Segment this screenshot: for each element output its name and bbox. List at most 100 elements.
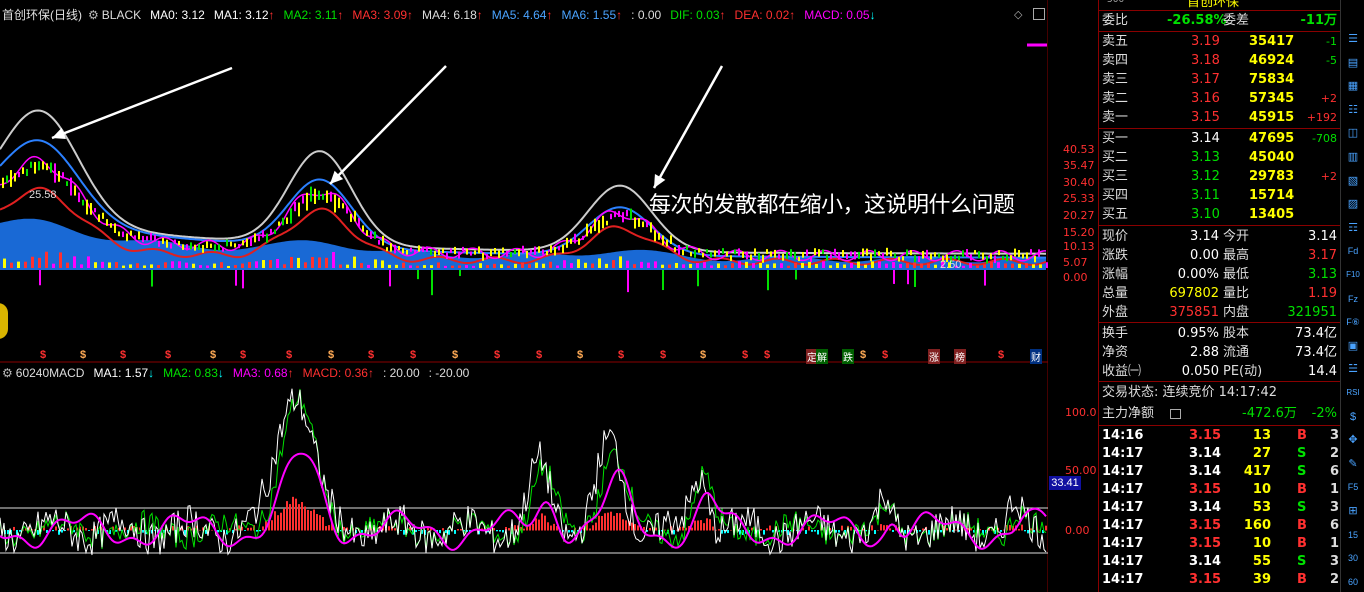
toolbar-icon[interactable]: ▣	[1344, 337, 1362, 355]
event-marker[interactable]: 涨	[928, 349, 940, 364]
candle	[50, 162, 52, 173]
event-marker[interactable]: $	[660, 349, 666, 361]
event-marker[interactable]: $	[120, 349, 126, 361]
event-marker[interactable]: 财	[1030, 349, 1042, 364]
stock-title[interactable]: 首创环保(日线)	[2, 8, 82, 22]
bid-row[interactable]: 买四 3.11 15714	[1099, 186, 1341, 205]
tick-row[interactable]: 14:17 3.14 417 S 6	[1099, 463, 1341, 481]
event-marker[interactable]: $	[860, 349, 866, 361]
toolbar-icon[interactable]: ☱	[1344, 360, 1362, 378]
toolbar-icon[interactable]: Fd	[1344, 242, 1362, 260]
toolbar-icon[interactable]: ✎	[1344, 455, 1362, 473]
toolbar-icon[interactable]: F⑥	[1344, 313, 1362, 331]
toolbar-icon[interactable]: 60	[1344, 573, 1362, 591]
event-marker[interactable]: 榜	[954, 349, 966, 364]
toolbar-top-label: 500	[1107, 0, 1125, 5]
sub-settings-icon[interactable]: ⚙	[2, 366, 13, 380]
tick-row[interactable]: 14:17 3.14 27 S 2	[1099, 445, 1341, 463]
macd-bar	[655, 527, 657, 531]
window-toggle-icon[interactable]	[1033, 8, 1045, 20]
bid-row[interactable]: 买二 3.13 45040	[1099, 148, 1341, 167]
volume-bar	[220, 262, 223, 268]
candle	[590, 226, 592, 234]
tick-row[interactable]: 14:17 3.15 39 B 2	[1099, 571, 1341, 589]
event-marker[interactable]: $	[494, 349, 500, 361]
toolbar-icon[interactable]: ▦	[1344, 77, 1362, 95]
event-marker[interactable]: $	[577, 349, 583, 361]
event-marker[interactable]: $	[286, 349, 292, 361]
event-marker[interactable]: $	[368, 349, 374, 361]
toolbar-icon[interactable]: $	[1344, 408, 1362, 426]
bid-row[interactable]: 买三 3.12 29783 +2	[1099, 167, 1341, 186]
tick-row[interactable]: 14:17 3.15 10 B 1	[1099, 481, 1341, 499]
toolbar-icon[interactable]: Fz	[1344, 290, 1362, 308]
event-marker[interactable]: $	[452, 349, 458, 361]
macd-bar	[295, 498, 297, 531]
ask-row[interactable]: 卖二 3.16 57345 +2	[1099, 89, 1341, 108]
stat-row: 收益㈠ 0.050 PE(动) 14.4	[1099, 362, 1341, 381]
ask-row[interactable]: 卖五 3.19 35417 -1	[1099, 32, 1341, 51]
indicator-name[interactable]: BLACK	[102, 8, 141, 22]
toolbar-icon[interactable]: ▧	[1344, 172, 1362, 190]
chart-area[interactable]: 首创环保(日线) ⚙ BLACK MA0: 3.12 MA1: 3.12↑ MA2: 3.…	[0, 0, 1097, 592]
bid-row[interactable]: 买五 3.10 13405	[1099, 205, 1341, 224]
toolbar-icon[interactable]: ▤	[1344, 54, 1362, 72]
ask-row[interactable]: 卖一 3.15 45915 +192	[1099, 108, 1341, 127]
stat-label: 最低	[1223, 267, 1250, 282]
event-marker[interactable]: $	[618, 349, 624, 361]
event-marker[interactable]: $	[210, 349, 216, 361]
volume-bar	[346, 264, 349, 268]
list-icon[interactable]	[1170, 409, 1181, 419]
toolbar-icon[interactable]: ▥	[1344, 148, 1362, 166]
toolbar-icon[interactable]: ☷	[1344, 101, 1362, 119]
tick-row[interactable]: 14:17 3.14 53 S 3	[1099, 499, 1341, 517]
stat-label: 量比	[1223, 286, 1250, 301]
toolbar-icon[interactable]: ◫	[1344, 124, 1362, 142]
toolbar-icon[interactable]: ✥	[1344, 431, 1362, 449]
macd-bar	[361, 530, 363, 533]
event-marker[interactable]: $	[165, 349, 171, 361]
tick-row[interactable]: 14:17 3.15 160 B 6	[1099, 517, 1341, 535]
diamond-icon[interactable]: ◇	[1014, 8, 1022, 21]
volume-bar	[45, 251, 48, 268]
event-marker[interactable]: $	[764, 349, 770, 361]
toolbar-icon[interactable]: ▨	[1344, 195, 1362, 213]
volume-bar-down	[907, 270, 909, 285]
event-marker[interactable]: $	[40, 349, 46, 361]
tick-row[interactable]: 14:17 3.14 55 S 3	[1099, 553, 1341, 571]
sub-indicator-name[interactable]: 60240MACD	[16, 366, 85, 380]
toolbar-icon[interactable]: 30	[1344, 549, 1362, 567]
event-marker[interactable]: 跌	[842, 349, 854, 364]
candle	[462, 246, 464, 252]
kline-chart[interactable]	[0, 0, 1048, 592]
ask-row[interactable]: 卖三 3.17 75834	[1099, 70, 1341, 89]
tick-row[interactable]: 14:17 3.15 10 B 1	[1099, 535, 1341, 553]
main-net-row[interactable]: 主力净额 -472.6万 -2%	[1099, 404, 1341, 423]
event-marker[interactable]: $	[998, 349, 1004, 361]
toolbar-icon[interactable]: F10	[1344, 266, 1362, 284]
toolbar-icon[interactable]: ☶	[1344, 219, 1362, 237]
stat-value: 3.13	[1308, 267, 1337, 282]
event-marker[interactable]: 解	[816, 349, 828, 364]
candle	[642, 221, 644, 228]
settings-icon[interactable]: ⚙	[88, 8, 99, 22]
event-marker[interactable]: $	[410, 349, 416, 361]
ask-row[interactable]: 卖四 3.18 46924 -5	[1099, 51, 1341, 70]
event-marker[interactable]: $	[328, 349, 334, 361]
event-marker[interactable]: $	[700, 349, 706, 361]
scroll-handle[interactable]	[0, 303, 8, 339]
volume-bar	[514, 263, 517, 268]
event-marker[interactable]: $	[80, 349, 86, 361]
event-marker[interactable]: $	[240, 349, 246, 361]
toolbar-icon[interactable]: F5	[1344, 478, 1362, 496]
bid-row[interactable]: 买一 3.14 47695 -708	[1099, 129, 1341, 148]
tick-row[interactable]: 14:16 3.15 13 B 3	[1099, 427, 1341, 445]
event-marker[interactable]: $	[882, 349, 888, 361]
toolbar-icon[interactable]: ☰	[1344, 30, 1362, 48]
toolbar-icon[interactable]: ⊞	[1344, 502, 1362, 520]
toolbar-icon[interactable]: 15	[1344, 526, 1362, 544]
event-marker[interactable]: $	[536, 349, 542, 361]
bid-price: 3.10	[1191, 207, 1220, 222]
event-marker[interactable]: $	[742, 349, 748, 361]
toolbar-icon[interactable]: RSI	[1344, 384, 1362, 402]
